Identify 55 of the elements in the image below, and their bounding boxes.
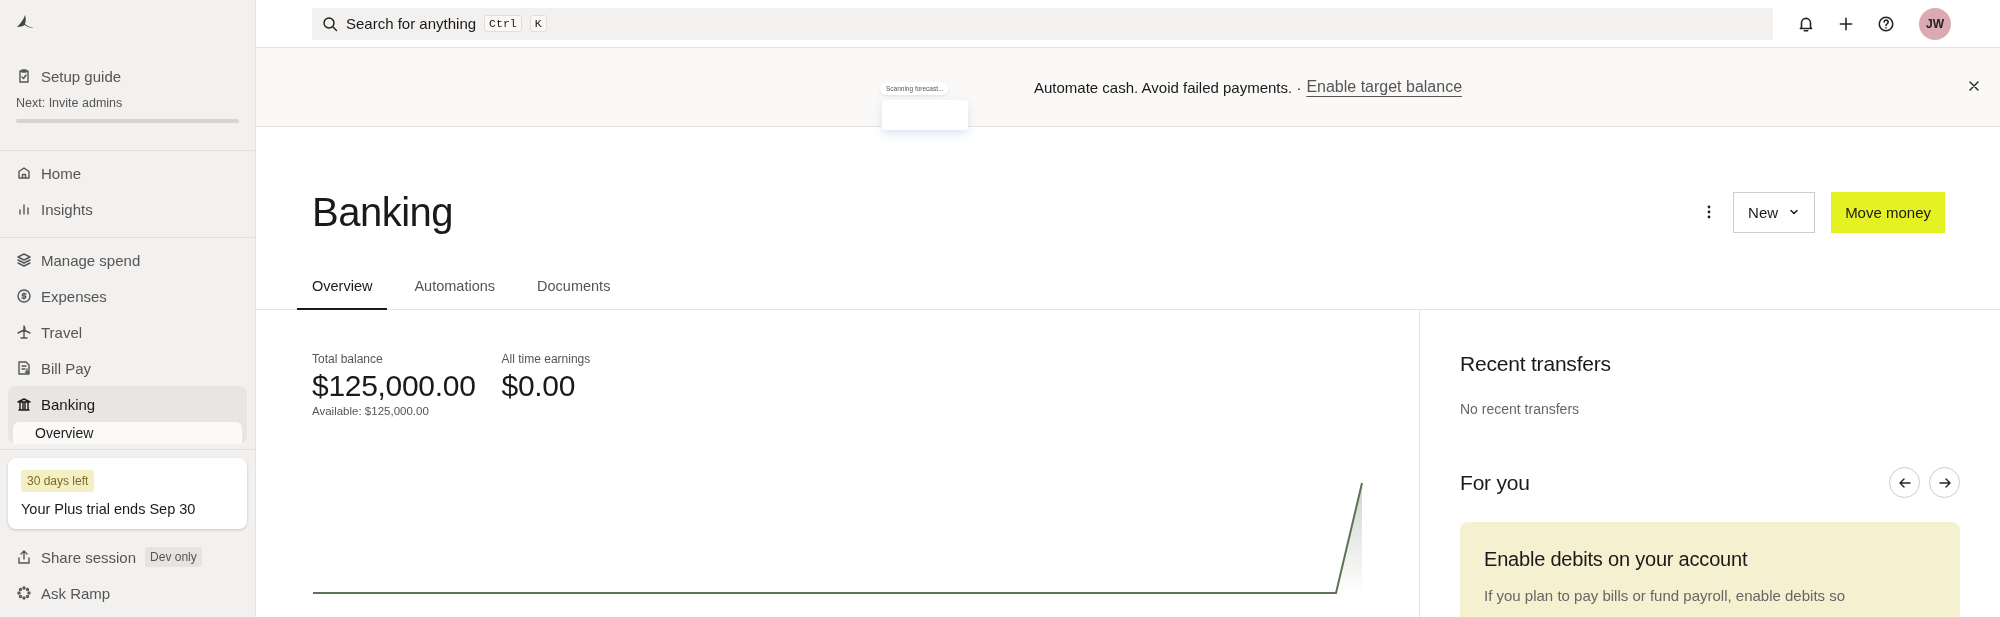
nav-icon [16,288,32,304]
balance-amount: $125,000.00 [312,369,476,403]
nav-item[interactable]: Expenses [8,278,247,314]
next-button[interactable] [1929,467,1960,498]
sidebar-footer-item[interactable]: Ask Ramp [16,575,111,611]
nav-item[interactable]: Insights [8,191,247,227]
nav-icon [16,165,32,181]
nav-icon [16,396,32,412]
move-money-button[interactable]: Move money [1831,191,1945,233]
tab[interactable]: Documents [522,267,626,310]
nav-item[interactable]: Manage spend [8,242,247,278]
user-avatar[interactable]: JW [1919,7,1951,40]
nav-item[interactable]: Home [8,155,247,191]
dev-only-badge: Dev only [145,547,202,567]
help-icon[interactable] [1877,14,1895,33]
search-icon [322,15,338,32]
sidebar-footer-item[interactable]: Share session [16,539,137,575]
nav-item[interactable]: Bill Pay [8,350,247,386]
close-icon[interactable] [1968,80,1980,92]
setup-guide-link[interactable]: Setup guide [16,58,239,94]
nav-item[interactable]: Travel [8,314,247,350]
empty-state-text: No recent transfers [1460,401,1581,417]
new-dropdown-button[interactable]: New [1733,191,1816,233]
trial-card[interactable]: 30 days left Your Plus trial ends Sep 30 [8,458,247,529]
previous-button[interactable] [1889,467,1920,498]
nav-icon [16,252,32,268]
card-description: If you plan to pay bills or fund payroll, enable debits so [1484,587,1847,604]
more-options-icon[interactable] [1707,205,1712,219]
search-placeholder: Search for anything [346,15,477,32]
card-title: Enable debits on your account [1484,548,1749,571]
search-field[interactable]: Search for anything Ctrl K [312,7,1773,40]
balance-label: Total balance [312,352,384,366]
nav-subitem[interactable]: Overview [13,422,242,444]
next-step-text: Next: Invite admins [16,95,124,112]
trial-text: Your Plus trial ends Sep 30 [21,501,197,517]
nav-icon [16,201,32,217]
tab[interactable]: Overview [297,267,388,310]
page-title: Banking [312,189,455,235]
available-balance-text: Available: $125,000.00 [312,405,430,417]
balance-amount: $0.00 [501,369,577,403]
clipboard-icon [16,68,32,84]
shortcut-key: Ctrl [484,15,522,32]
tab[interactable]: Automations [399,267,511,310]
shortcut-key: K [529,15,547,32]
nav-icon [16,360,32,376]
enable-target-balance-link[interactable]: Enable target balance [1306,78,1463,96]
section-title: Recent transfers [1460,352,1612,376]
upload-icon [16,549,32,565]
section-title: For you [1460,470,1531,495]
nav-icon [16,324,32,340]
balance-label: All time earnings [501,352,591,366]
nav-item[interactable]: Banking [8,386,247,422]
days-left-badge: 30 days left [21,470,95,492]
banner-message: Automate cash. Avoid failed payments. · [1034,78,1302,96]
dots-icon [16,585,32,601]
